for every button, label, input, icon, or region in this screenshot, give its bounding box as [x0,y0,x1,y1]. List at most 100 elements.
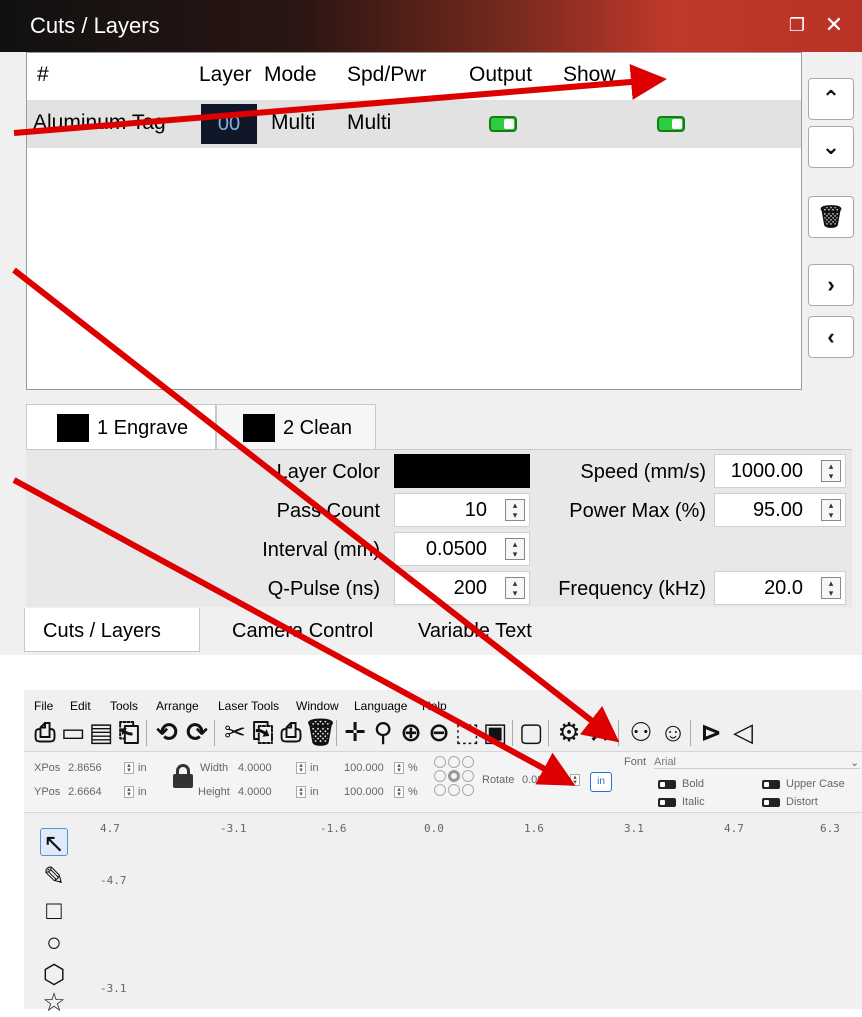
expand-button[interactable]: › [808,264,854,306]
user-icon[interactable]: ☺ [658,716,688,748]
unit-toggle-button[interactable]: in [590,772,612,792]
height-spinner-icon[interactable]: ▴ ▾ [296,786,306,798]
rotate-value[interactable]: 0.00 [522,774,543,786]
polygon-icon[interactable]: ⬡ [40,960,68,988]
copy-icon[interactable]: ⎘ [248,716,278,748]
zoom-fit-icon[interactable]: ⚲ [368,716,398,748]
pass-count-field[interactable]: 10 ▴ ▾ [394,493,530,527]
move-down-button[interactable]: ⌄ [808,126,854,168]
zoom-out-icon[interactable]: ⊖ [424,716,454,748]
row-spdpwr[interactable]: Multi [347,111,391,135]
paste-icon[interactable]: ⎙ [276,716,306,748]
ellipse-icon[interactable]: ○ [40,928,68,956]
star-icon[interactable]: ☆ [40,988,68,1016]
delete-icon[interactable]: 🗑 [304,716,337,748]
float-icon[interactable]: ❐ [786,14,808,36]
settings-icon[interactable]: ⚙ [554,716,584,748]
xpos-value[interactable]: 2.8656 [68,762,102,774]
table-row[interactable]: Aluminum Tag 00 Multi Multi [27,100,801,148]
width-spinner-icon[interactable]: ▴ ▾ [296,762,306,774]
interval-field[interactable]: 0.0500 ▴ ▾ [394,532,530,566]
speed-spinner-icon[interactable]: ▴ ▾ [821,460,841,482]
select-cursor-icon[interactable]: ↖ [40,828,68,857]
interval-spinner-icon[interactable]: ▴ ▾ [505,538,525,560]
width-label: Width [200,762,229,774]
trash-icon: 🗑 [817,204,845,229]
height-value[interactable]: 4.0000 [238,786,272,798]
frequency-field[interactable]: 20.0 ▴ ▾ [714,571,846,605]
cut-icon[interactable]: ✂ [220,716,250,748]
height-percent[interactable]: 100.000 [344,786,384,798]
upper-case-toggle[interactable] [762,780,780,789]
font-dropdown[interactable]: Arial [654,756,860,769]
tools-icon[interactable]: ⚒ [584,716,614,748]
menu-arrange[interactable]: Arrange [156,699,199,713]
select-frame-icon[interactable]: ⬚ [452,716,482,748]
users-icon[interactable]: ⚇ [626,716,656,748]
output-toggle[interactable] [489,116,517,132]
ruler-tick: -4.7 [100,874,127,887]
menu-help[interactable]: Help [422,699,447,713]
hpct-spinner-icon[interactable]: ▴ ▾ [394,786,404,798]
monitor-icon[interactable]: ▢ [516,716,546,748]
ypos-spinner-icon[interactable]: ▴ ▾ [124,786,134,798]
mirror-icon[interactable]: ◁ [728,716,758,748]
show-toggle[interactable] [657,116,685,132]
pass-count-spinner-icon[interactable]: ▴ ▾ [505,499,525,521]
rectangle-icon[interactable]: □ [40,896,68,924]
undo-icon[interactable]: ⟲ [152,716,182,748]
wpct-spinner-icon[interactable]: ▴ ▾ [394,762,404,774]
tab-camera-control[interactable]: Camera Control [200,608,396,652]
xpos-spinner-icon[interactable]: ▴ ▾ [124,762,134,774]
width-percent[interactable]: 100.000 [344,762,384,774]
zoom-in-icon[interactable]: ⊕ [396,716,426,748]
layer-color-box[interactable] [394,454,530,488]
tab-variable-text[interactable]: Variable Text [396,608,566,652]
tab-clean[interactable]: 2 Clean [216,404,376,450]
distort-toggle[interactable] [762,798,780,807]
camera-icon[interactable]: ▣ [480,716,510,748]
close-icon[interactable]: ✕ [822,14,846,38]
lock-icon[interactable] [172,764,194,788]
width-value[interactable]: 4.0000 [238,762,272,774]
menu-laser-tools[interactable]: Laser Tools [218,699,279,713]
tab-cuts-layers[interactable]: Cuts / Layers [24,608,200,652]
italic-toggle[interactable] [658,798,676,807]
open-folder-icon[interactable]: ▭ [58,716,88,748]
design-canvas[interactable]: 4.7 -3.1 -1.6 0.0 1.6 3.1 4.7 6.3 -4.7 -… [86,814,862,1009]
collapse-button[interactable]: ‹ [808,316,854,358]
anchor-grid-icon[interactable] [434,756,478,800]
move-up-button[interactable]: ⌃ [808,78,854,120]
hpct-unit: % [408,786,418,798]
new-file-icon[interactable]: ⎙ [30,716,60,748]
layer-number[interactable]: 00 [201,104,257,144]
rotate-spinner-icon[interactable]: ▴ ▾ [570,774,580,786]
move-icon[interactable]: ✛ [340,716,370,748]
speed-value: 1000.00 [730,460,803,482]
speed-field[interactable]: 1000.00 ▴ ▾ [714,454,846,488]
menu-language[interactable]: Language [354,699,407,713]
menu-window[interactable]: Window [296,699,339,713]
chevron-left-icon: ‹ [827,324,835,349]
panel-bottom-tabs: Cuts / Layers Camera Control Variable Te… [0,608,862,655]
qpulse-field[interactable]: 200 ▴ ▾ [394,571,530,605]
chevron-down-icon[interactable]: ⌄ [850,756,859,769]
menu-tools[interactable]: Tools [110,699,138,713]
qpulse-spinner-icon[interactable]: ▴ ▾ [505,577,525,599]
delete-layer-button[interactable]: 🗑 [808,196,854,238]
tab-engrave[interactable]: 1 Engrave [26,404,216,450]
ypos-value[interactable]: 2.6664 [68,786,102,798]
import-icon[interactable]: ⎗ [114,716,144,748]
pencil-icon[interactable]: ✎ [40,862,68,890]
menu-edit[interactable]: Edit [70,699,91,713]
power-spinner-icon[interactable]: ▴ ▾ [821,499,841,521]
row-mode[interactable]: Multi [271,111,315,135]
save-icon[interactable]: ▤ [86,716,116,748]
redo-icon[interactable]: ⟳ [182,716,212,748]
speed-label: Speed (mm/s) [580,461,706,483]
menu-file[interactable]: File [34,699,53,713]
bold-toggle[interactable] [658,780,676,789]
frequency-spinner-icon[interactable]: ▴ ▾ [821,577,841,599]
flip-horizontal-icon[interactable]: ⊳ [696,716,726,748]
power-field[interactable]: 95.00 ▴ ▾ [714,493,846,527]
